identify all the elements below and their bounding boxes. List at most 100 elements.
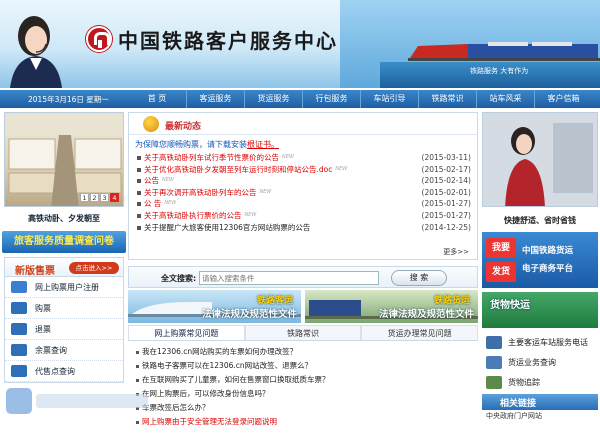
freight-regulations-banner[interactable]: 铁路货运 法律法规及规范性文件 xyxy=(305,290,478,323)
news-header: 最新动态 xyxy=(129,113,477,135)
ecommerce-promo[interactable]: 我要 发货 中国铁路货运 电子商务平台 xyxy=(482,232,598,288)
menu-item-label: 网上购票用户注册 xyxy=(35,282,99,292)
menu-item-remaining[interactable]: 余票查询 xyxy=(5,340,123,361)
service-item-label: 货运业务查询 xyxy=(508,357,556,367)
news-item-date: (2015-03-11) xyxy=(421,153,471,162)
bullet-icon xyxy=(137,213,141,218)
right-banner-caption[interactable]: 快捷舒适、省时省钱 xyxy=(482,207,598,232)
express-freight-banner[interactable]: 货物快运 xyxy=(482,292,598,328)
right-banner-image[interactable] xyxy=(482,112,598,207)
faq-item[interactable]: 铁路电子客票可以在12306.cn网站改签、退票么？ xyxy=(136,359,478,373)
pager-dot-3[interactable]: 3 xyxy=(100,193,109,202)
search-input[interactable] xyxy=(199,271,379,285)
nav-item-mailbox[interactable]: 客户信箱 xyxy=(534,90,592,108)
bullet-icon xyxy=(136,420,139,424)
ticketing-enter-button[interactable]: 点击进入>> xyxy=(69,262,119,274)
nav-item-station-guide[interactable]: 车站引导 xyxy=(360,90,418,108)
faq-item[interactable]: 我在12306.cn网站购买的车票如何办理改签？ xyxy=(136,345,478,359)
menu-item-agency[interactable]: 代售点查询 xyxy=(5,361,123,382)
root-certificate-link[interactable]: 根证书。 xyxy=(247,140,279,149)
tracking-icon xyxy=(486,375,502,389)
promo-badge-ship: 发货 xyxy=(486,262,516,282)
pager-dot-2[interactable]: 2 xyxy=(90,193,99,202)
news-item[interactable]: 关于提醒广大旅客使用12306官方网站购票的公告 (2014-12-25) xyxy=(137,222,477,234)
railway-logo-icon[interactable] xyxy=(86,26,112,52)
news-item[interactable]: 公告 NEW (2015-02-14) xyxy=(137,175,477,187)
globe-icon xyxy=(143,116,159,132)
news-item-date: (2015-01-27) xyxy=(421,210,471,220)
menu-item-register[interactable]: 网上购票用户注册 xyxy=(5,277,123,298)
faq-item-text: 在网上购票后，可以修改身份信息吗？ xyxy=(142,389,270,398)
news-item-text: 关于高铁动卧执行票价的公告 xyxy=(144,210,242,220)
tab-railway-knowledge[interactable]: 铁路常识 xyxy=(244,325,362,340)
new-badge: NEW xyxy=(335,165,348,172)
news-item-date: (2014-12-25) xyxy=(421,222,471,232)
current-date: 2015年3月16日 星期一 xyxy=(28,95,109,104)
service-item-tracking[interactable]: 货物追踪 xyxy=(482,372,598,392)
ticketing-title: 新版售票 xyxy=(15,266,55,277)
service-item-label: 主要客运车站服务电话 xyxy=(508,337,588,347)
search-button[interactable]: 搜 索 xyxy=(391,270,447,286)
news-more-link[interactable]: 更多>> xyxy=(443,247,469,257)
faq-item[interactable]: 网上购票由于安全管理无法登录问题说明 xyxy=(136,415,478,429)
menu-item-buy[interactable]: 购票 xyxy=(5,298,123,319)
faq-item[interactable]: 车票改签后怎么办？ xyxy=(136,401,478,415)
menu-item-label: 代售点查询 xyxy=(35,366,75,376)
bullet-icon xyxy=(136,378,139,382)
tab-freight-faq[interactable]: 货运办理常见问题 xyxy=(361,325,479,340)
left-banner-caption[interactable]: 高铁动卧、夕发朝至 xyxy=(4,207,124,231)
site-title[interactable]: 中国铁路客户服务中心 xyxy=(118,25,338,54)
nav-item-freight[interactable]: 货运服务 xyxy=(244,90,302,108)
service-item-freight-query[interactable]: 货运业务查询 xyxy=(482,352,598,372)
promo-line-1: 中国铁路货运 xyxy=(522,246,574,256)
news-item[interactable]: 公 告 NEW (2015-01-27) xyxy=(137,198,477,210)
news-item[interactable]: 关于优化高铁动卧夕发朝至列车运行时刻和停站公告.doc NEW (2015-02-1… xyxy=(137,164,477,176)
express-title: 货物快运 xyxy=(490,300,530,311)
header-slogan: 铁路服务 大有作为 xyxy=(470,67,529,75)
search-label: 全文搜索: xyxy=(161,274,197,283)
news-item[interactable]: 关于高铁动卧执行票价的公告 NEW (2015-01-27) xyxy=(137,210,477,222)
nav-menu: 首 页 客运服务 货运服务 行包服务 车站引导 铁路常识 站车风采 客户信箱 xyxy=(128,90,592,108)
nav-item-home[interactable]: 首 页 xyxy=(128,90,186,108)
news-item-text: 公 告 xyxy=(144,199,162,209)
related-link-gov[interactable]: 中央政府门户网站 xyxy=(482,410,598,422)
phone-icon xyxy=(486,335,502,349)
nav-item-gallery[interactable]: 站车风采 xyxy=(476,90,534,108)
left-column: 1 2 3 4 高铁动卧、夕发朝至 旅客服务质量调查问卷 新版售票 点击进入>>… xyxy=(2,112,126,383)
bullet-icon xyxy=(137,190,141,195)
news-item[interactable]: 关于高铁动卧列车试行季节性票价的公告 NEW (2015-03-11) xyxy=(137,152,477,164)
faq-item[interactable]: 在互联网购买了儿童票，如何在售票窗口换取纸质车票？ xyxy=(136,373,478,387)
news-item[interactable]: 关于再次调开高铁动卧列车的公告 NEW (2015-02-01) xyxy=(137,187,477,199)
agency-icon xyxy=(11,365,27,377)
nav-item-knowledge[interactable]: 铁路常识 xyxy=(418,90,476,108)
survey-button[interactable]: 旅客服务质量调查问卷 xyxy=(2,231,126,253)
new-badge: NEW xyxy=(162,177,174,184)
news-item-date: (2015-02-14) xyxy=(421,176,471,186)
banner-title: 铁路客运 xyxy=(256,296,293,306)
bullet-icon xyxy=(136,350,139,354)
news-panel: 最新动态 为保障您顺畅购票，请下载安装根证书。 关于高铁动卧列车试行季节性票价的… xyxy=(128,112,478,260)
passenger-regulations-banner[interactable]: 铁路客运 法律法规及规范性文件 xyxy=(128,290,301,323)
service-item-phone[interactable]: 主要客运车站服务电话 xyxy=(482,332,598,352)
menu-item-refund[interactable]: 退票 xyxy=(5,319,123,340)
slideshow-pager: 1 2 3 4 xyxy=(80,193,119,202)
train-image xyxy=(408,42,600,61)
ticket-remaining-icon xyxy=(11,344,27,356)
service-item-label: 货物追踪 xyxy=(508,377,540,387)
menu-item-label: 购票 xyxy=(35,303,51,313)
bullet-icon xyxy=(137,225,141,230)
pager-dot-1[interactable]: 1 xyxy=(80,193,89,202)
banner-subtitle: 法律法规及规范性文件 xyxy=(201,309,297,320)
ticketing-header: 新版售票 点击进入>> xyxy=(4,257,124,277)
news-item-text: 关于优化高铁动卧夕发朝至列车运行时刻和停站公告.doc xyxy=(144,164,333,174)
news-item-date: (2015-02-01) xyxy=(421,187,471,197)
nav-item-passenger[interactable]: 客运服务 xyxy=(186,90,244,108)
tab-online-ticket-faq[interactable]: 网上购票常见问题 xyxy=(128,325,245,340)
news-title: 最新动态 xyxy=(165,122,202,132)
search-bar: 全文搜索: 搜 索 xyxy=(128,266,478,288)
faq-item[interactable]: 在网上购票后，可以修改身份信息吗？ xyxy=(136,387,478,401)
pager-dot-4[interactable]: 4 xyxy=(110,193,119,202)
nav-item-luggage[interactable]: 行包服务 xyxy=(302,90,360,108)
new-badge: NEW xyxy=(282,154,294,160)
left-banner-slideshow[interactable]: 1 2 3 4 xyxy=(4,112,124,207)
